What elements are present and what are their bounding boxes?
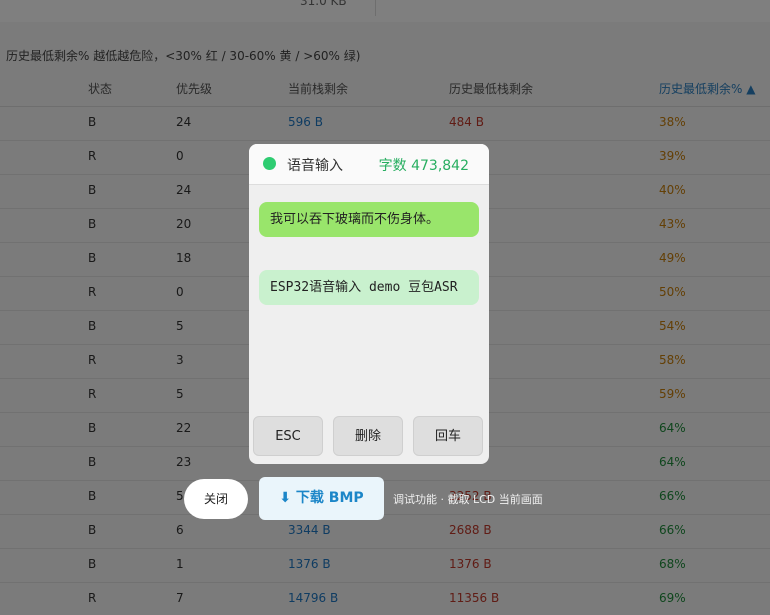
download-bmp-button[interactable]: ⬇ 下载 BMP (259, 477, 384, 520)
voice-input-dialog: 语音输入 字数 473,842 我可以吞下玻璃而不伤身体。 ESP32语音输入 … (249, 144, 489, 464)
recording-status-dot-icon (263, 157, 276, 170)
delete-key-button[interactable]: 删除 (333, 416, 403, 456)
dialog-title: 语音输入 (287, 158, 343, 174)
enter-key-button[interactable]: 回车 (413, 416, 483, 456)
dialog-header: 语音输入 字数 473,842 (249, 144, 489, 185)
recognized-text-bubble: 我可以吞下玻璃而不伤身体。 (259, 202, 479, 237)
info-text-bubble: ESP32语音输入 demo 豆包ASR (259, 270, 479, 305)
char-count: 字数 473,842 (378, 158, 469, 174)
close-button[interactable]: 关闭 (184, 479, 248, 519)
esc-key-button[interactable]: ESC (253, 416, 323, 456)
debug-hint-text: 调试功能 · 截取 LCD 当前画面 (393, 493, 543, 506)
